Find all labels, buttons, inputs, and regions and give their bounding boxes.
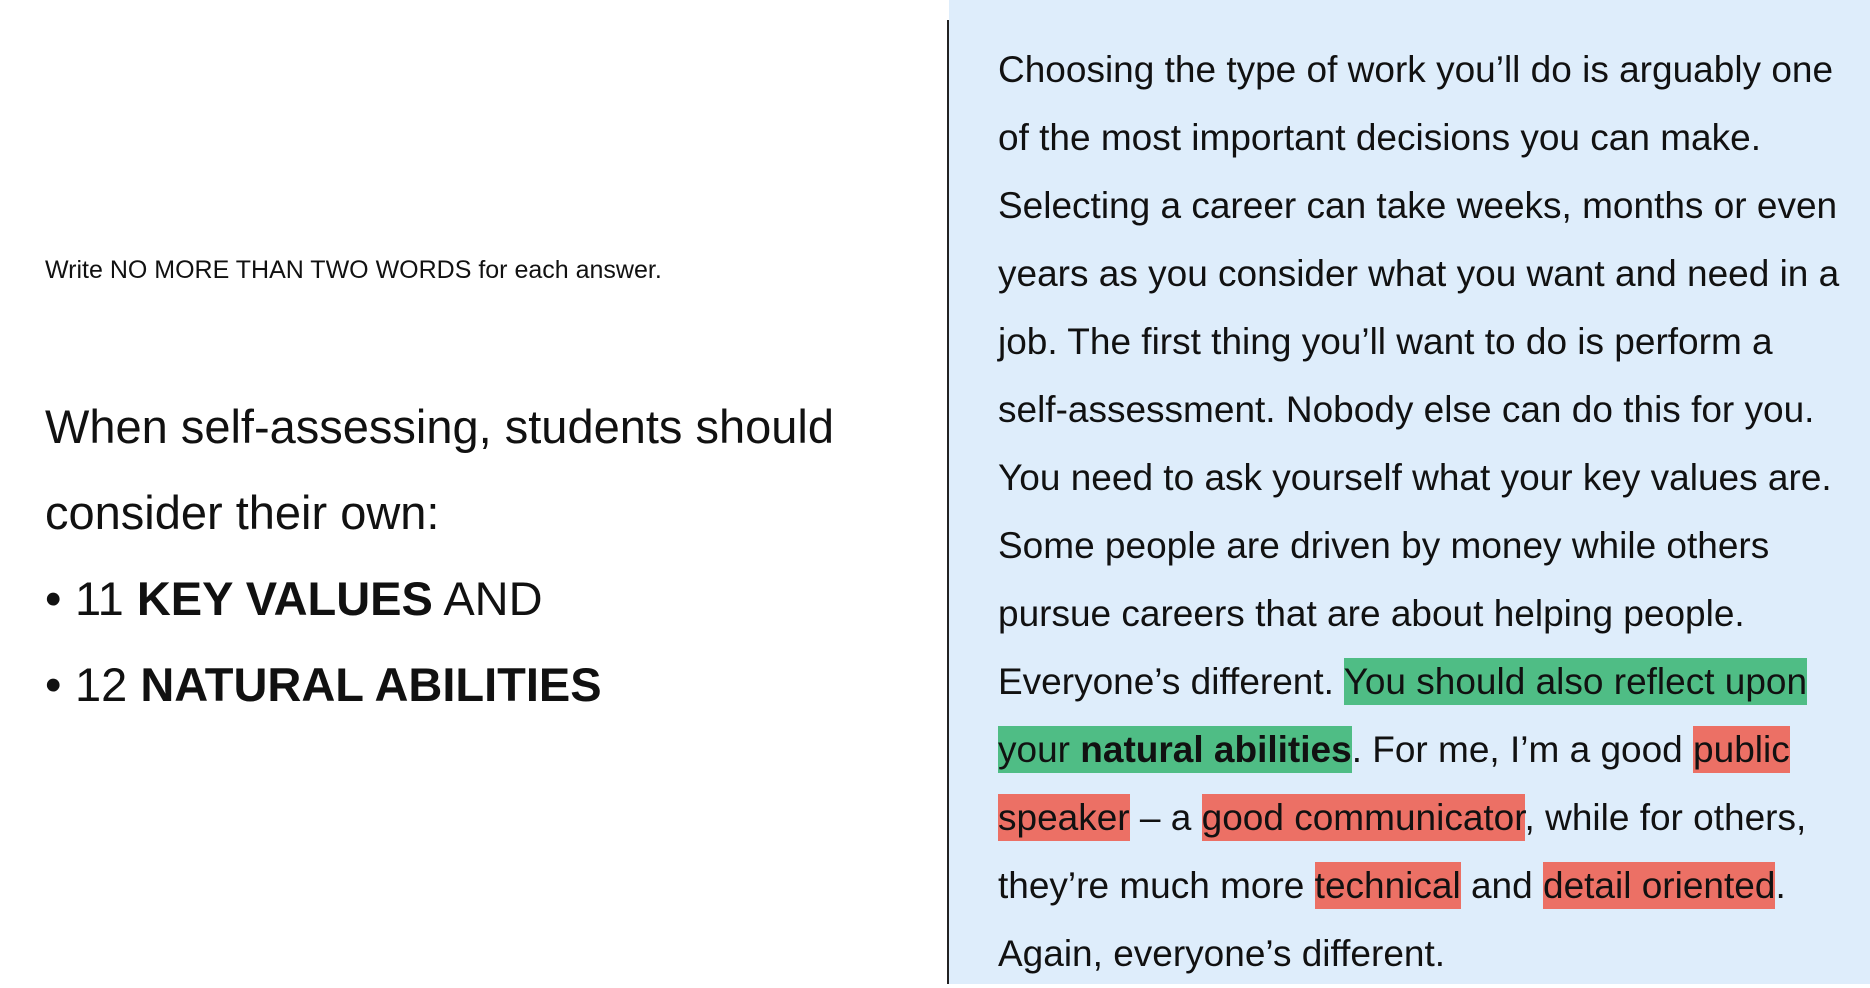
passage-line: years as you consider what you want and … <box>998 253 1840 294</box>
instruction-text: Write NO MORE THAN TWO WORDS for each an… <box>45 256 662 284</box>
question-line-1: When self-assessing, students should <box>45 400 834 453</box>
passage-text: . <box>1775 865 1786 906</box>
passage-line: job. The first thing you’ll want to do i… <box>998 321 1773 362</box>
reading-passage: Choosing the type of work you’ll do is a… <box>998 36 1858 988</box>
highlight-answer-bold: natural abilities <box>1080 726 1352 773</box>
highlight-distractor-red: public <box>1693 726 1790 773</box>
highlight-answer-green: your <box>998 726 1081 773</box>
question-block: When self-assessing, students should con… <box>45 384 925 728</box>
passage-line: Some people are driven by money while ot… <box>998 525 1770 566</box>
passage-text: they’re much more <box>998 865 1315 906</box>
passage-text: , while for others, <box>1524 797 1807 838</box>
question-panel: Write NO MORE THAN TWO WORDS for each an… <box>0 0 947 984</box>
highlight-answer-green: You should also reflect upon <box>1343 658 1808 705</box>
passage-line: Again, everyone’s different. <box>998 933 1446 974</box>
bullet-icon: • <box>45 572 62 625</box>
passage-line: Everyone’s different. You should also re… <box>998 648 1858 716</box>
question-number-12: 12 <box>75 658 128 711</box>
passage-line: You need to ask yourself what your key v… <box>998 457 1832 498</box>
passage-text: Everyone’s different. <box>998 661 1344 702</box>
answer-key-values: KEY VALUES <box>136 572 433 625</box>
passage-text: – a <box>1129 797 1202 838</box>
answer-item-11: • 11 KEY VALUES AND <box>45 556 925 642</box>
question-number-11: 11 <box>75 572 124 625</box>
passage-line: they’re much more technical and detail o… <box>998 852 1858 920</box>
answer-natural-abilities: NATURAL ABILITIES <box>140 658 602 711</box>
passage-line: pursue careers that are about helping pe… <box>998 593 1745 634</box>
passage-panel: Choosing the type of work you’ll do is a… <box>949 0 1870 984</box>
answer-conjunction: AND <box>443 572 543 625</box>
highlight-distractor-red: good communicator <box>1201 794 1525 841</box>
passage-text: and <box>1460 865 1543 906</box>
passage-line: your natural abilities. For me, I’m a go… <box>998 716 1858 784</box>
passage-line: Choosing the type of work you’ll do is a… <box>998 49 1834 90</box>
passage-line: Selecting a career can take weeks, month… <box>998 185 1838 226</box>
highlight-distractor-red: speaker <box>998 794 1130 841</box>
answer-item-12: • 12 NATURAL ABILITIES <box>45 642 925 728</box>
bullet-icon: • <box>45 658 62 711</box>
passage-text: . For me, I’m a good <box>1351 729 1694 770</box>
passage-line: of the most important decisions you can … <box>998 117 1761 158</box>
question-line-2: consider their own: <box>45 486 440 539</box>
passage-line: speaker – a good communicator, while for… <box>998 784 1858 852</box>
highlight-distractor-red: technical <box>1314 862 1461 909</box>
highlight-distractor-red: detail oriented <box>1543 862 1776 909</box>
passage-line: self-assessment. Nobody else can do this… <box>998 389 1815 430</box>
